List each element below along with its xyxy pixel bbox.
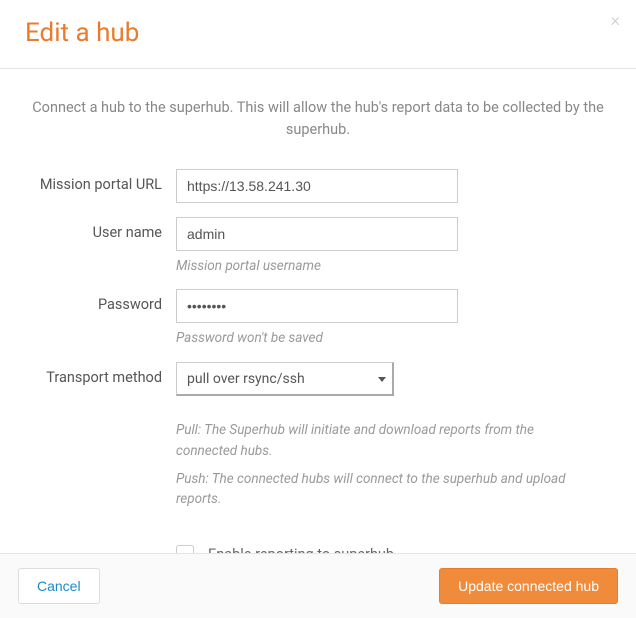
username-input[interactable] xyxy=(176,217,458,251)
password-help: Password won't be saved xyxy=(176,329,458,348)
modal-header: Edit a hub × xyxy=(0,0,636,69)
modal-body: Connect a hub to the superhub. This will… xyxy=(0,69,636,593)
transport-help-push: Push: The connected hubs will connect to… xyxy=(176,469,596,510)
update-connected-hub-button[interactable]: Update connected hub xyxy=(439,568,618,604)
transport-method-select[interactable]: pull over rsync/ssh xyxy=(176,362,394,396)
label-transport: Transport method xyxy=(18,362,176,386)
password-input[interactable] xyxy=(176,289,458,323)
cancel-button[interactable]: Cancel xyxy=(18,568,100,604)
username-help: Mission portal username xyxy=(176,257,458,276)
transport-help-pull: Pull: The Superhub will initiate and dow… xyxy=(176,420,596,461)
transport-selected-value: pull over rsync/ssh xyxy=(187,371,305,387)
row-username: User name Mission portal username xyxy=(18,217,618,276)
label-password: Password xyxy=(18,289,176,313)
label-url: Mission portal URL xyxy=(18,169,176,193)
transport-help: Pull: The Superhub will initiate and dow… xyxy=(176,420,596,509)
row-transport: Transport method pull over rsync/ssh Pul… xyxy=(18,362,618,517)
row-password: Password Password won't be saved xyxy=(18,289,618,348)
intro-text: Connect a hub to the superhub. This will… xyxy=(18,97,618,141)
mission-portal-url-input[interactable] xyxy=(176,169,458,203)
close-icon[interactable]: × xyxy=(611,12,620,30)
modal-footer: Cancel Update connected hub xyxy=(0,553,636,618)
modal-title: Edit a hub xyxy=(25,18,611,48)
row-url: Mission portal URL xyxy=(18,169,618,203)
label-username: User name xyxy=(18,217,176,241)
